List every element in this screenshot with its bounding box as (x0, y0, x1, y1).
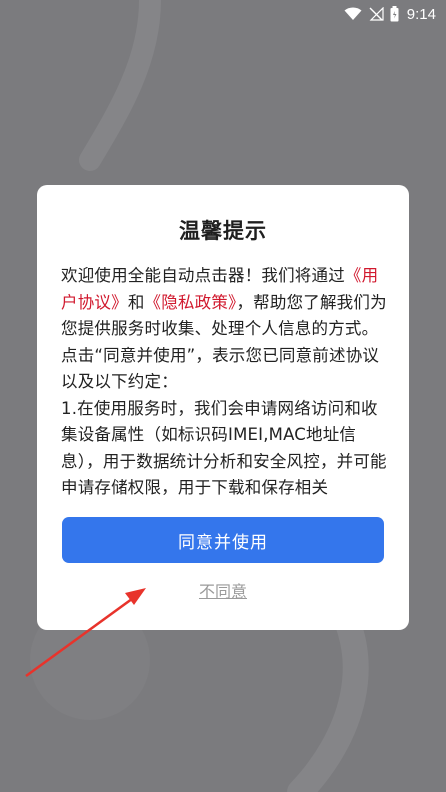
battery-icon (390, 6, 399, 22)
intro-paragraph: 欢迎使用全能自动点击器！我们将通过《用户协议》和《隐私政策》，帮助您了解我们为您… (61, 266, 387, 338)
terms-paragraph: 1.在使用服务时，我们会申请网络访问和收集设备属性（如标识码IMEI,MAC地址… (61, 398, 387, 496)
dialog-title: 温馨提示 (179, 219, 267, 243)
signal-off-icon (368, 7, 384, 21)
agree-button[interactable]: 同意并使用 (62, 517, 384, 563)
status-time: 9:14 (406, 5, 436, 23)
disagree-button[interactable]: 不同意 (37, 578, 409, 602)
status-bar: 9:14 (0, 0, 446, 28)
consent-paragraph: 点击“同意并使用”，表示您已同意前述协议以及以下约定： (61, 345, 380, 392)
privacy-dialog: 温馨提示 欢迎使用全能自动点击器！我们将通过《用户协议》和《隐私政策》，帮助您了… (37, 185, 409, 630)
wifi-icon (344, 7, 362, 21)
dialog-body[interactable]: 欢迎使用全能自动点击器！我们将通过《用户协议》和《隐私政策》，帮助您了解我们为您… (61, 263, 387, 677)
privacy-policy-link[interactable]: 《隐私政策》 (145, 293, 237, 312)
